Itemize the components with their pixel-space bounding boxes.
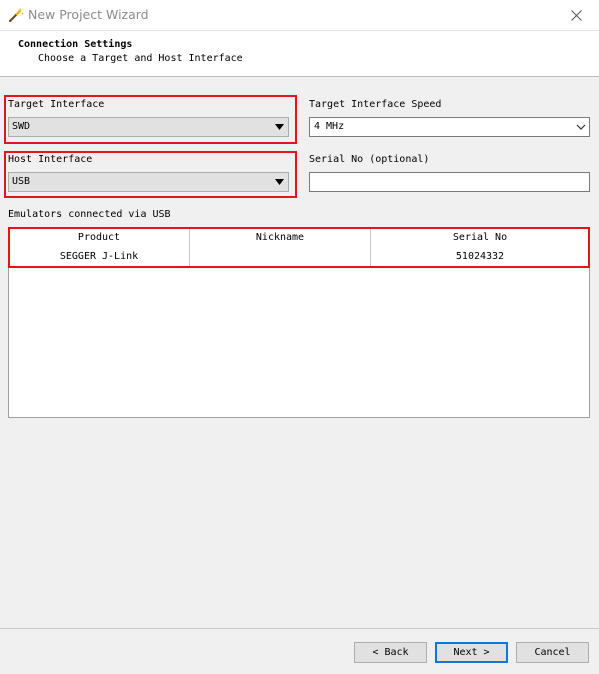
chevron-down-icon <box>576 124 586 130</box>
close-button[interactable] <box>553 0 599 31</box>
page-subtitle: Choose a Target and Host Interface <box>38 53 243 64</box>
serial-no-label: Serial No (optional) <box>309 154 430 165</box>
target-interface-value: SWD <box>12 121 31 132</box>
back-button[interactable]: < Back <box>354 642 427 663</box>
host-interface-select[interactable]: USB <box>8 172 289 192</box>
target-interface-speed-label: Target Interface Speed <box>309 99 442 110</box>
target-interface-speed-select[interactable]: 4 MHz <box>309 117 590 137</box>
serial-no-input[interactable] <box>309 172 590 192</box>
wand-icon <box>8 8 24 23</box>
target-interface-label: Target Interface <box>8 99 105 110</box>
next-button[interactable]: Next > <box>435 642 508 663</box>
emulators-label: Emulators connected via USB <box>8 209 171 220</box>
host-interface-value: USB <box>12 176 31 187</box>
dropdown-arrow-icon <box>275 179 284 185</box>
target-interface-select[interactable]: SWD <box>8 117 289 137</box>
footer-divider <box>0 628 599 629</box>
host-interface-label: Host Interface <box>8 154 93 165</box>
cancel-button[interactable]: Cancel <box>516 642 589 663</box>
target-interface-speed-value: 4 MHz <box>314 121 345 132</box>
title-bar: New Project Wizard <box>0 0 599 31</box>
wizard-header: Connection Settings Choose a Target and … <box>0 31 599 77</box>
window-title: New Project Wizard <box>28 7 149 22</box>
page-title: Connection Settings <box>18 39 133 50</box>
dropdown-arrow-icon <box>275 124 284 130</box>
emulator-row-highlight <box>8 227 590 268</box>
close-icon <box>570 10 582 21</box>
